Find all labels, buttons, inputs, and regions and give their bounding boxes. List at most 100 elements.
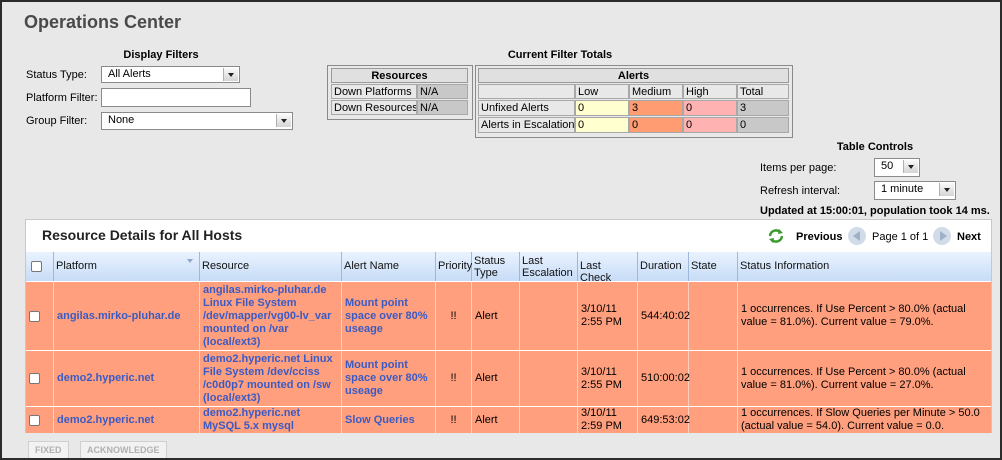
- row-checkbox[interactable]: [29, 310, 40, 322]
- status-type-label: Status Type:: [26, 69, 87, 81]
- alerts-col-total: Total: [737, 84, 789, 99]
- col-duration-label: Duration: [640, 260, 682, 272]
- previous-arrow-icon[interactable]: [848, 227, 866, 245]
- unfixed-alerts-label: Unfixed Alerts: [478, 100, 575, 116]
- resource-link[interactable]: demo2.hyperic.net Linux File System /dev…: [200, 351, 342, 406]
- refresh-interval-select[interactable]: 1 minute: [874, 181, 956, 200]
- col-last-escalation[interactable]: Last Escalation: [520, 252, 578, 281]
- priority-cell: !!: [436, 407, 472, 433]
- resources-heading: Resources: [331, 68, 468, 83]
- col-status-type[interactable]: Status Type: [472, 252, 520, 281]
- refresh-interval-label: Refresh interval:: [760, 185, 841, 197]
- down-resources-value: N/A: [417, 100, 468, 115]
- table-row[interactable]: demo2.hyperic.net demo2.hyperic.net MySQ…: [26, 406, 991, 433]
- status-information-cell: 1 occurrences. If Use Percent > 80.0% (a…: [741, 365, 966, 391]
- row-select-cell: [26, 407, 54, 433]
- platform-link[interactable]: angilas.mirko-pluhar.de: [54, 282, 200, 350]
- fixed-button[interactable]: FIXED: [28, 441, 69, 458]
- status-information-cell: 1 occurrences. If Slow Queries per Minut…: [741, 407, 980, 432]
- platform-filter-input[interactable]: [101, 88, 251, 107]
- items-per-page-select[interactable]: 50: [874, 158, 920, 177]
- state-cell: [689, 282, 738, 350]
- table-row[interactable]: angilas.mirko-pluhar.de angilas.mirko-pl…: [26, 281, 991, 350]
- duration-cell: 510:00:02: [638, 351, 690, 406]
- alert-name-link[interactable]: Mount point space over 80% useage: [342, 282, 436, 350]
- resource-link[interactable]: angilas.mirko-pluhar.de Linux File Syste…: [200, 282, 342, 350]
- down-platforms-value: N/A: [417, 84, 468, 99]
- unfixed-low-value: 0: [575, 100, 629, 116]
- col-duration[interactable]: Duration: [638, 252, 689, 281]
- table-row[interactable]: demo2.hyperic.net demo2.hyperic.net Linu…: [26, 350, 991, 406]
- unfixed-high-value: 0: [683, 100, 737, 116]
- alerts-corner-cell: [478, 84, 575, 99]
- select-all-checkbox[interactable]: [31, 261, 42, 272]
- chevron-down-icon: [276, 114, 291, 127]
- col-platform[interactable]: Platform: [54, 252, 200, 281]
- col-status-information[interactable]: Status Information: [738, 252, 991, 281]
- filter-totals-heading: Current Filter Totals: [507, 49, 613, 61]
- last-escalation-cell: [520, 282, 578, 350]
- priority-cell: !!: [436, 351, 472, 406]
- status-information-cell: 1 occurrences. If Use Percent > 80.0% (a…: [741, 303, 966, 328]
- escalation-low-value: 0: [575, 117, 629, 133]
- acknowledge-button[interactable]: ACKNOWLEDGE: [80, 441, 167, 458]
- details-title: Resource Details for All Hosts: [42, 227, 243, 243]
- col-status-type-label: Status Type: [474, 255, 506, 279]
- resource-link[interactable]: demo2.hyperic.net MySQL 5.x mysql: [200, 407, 342, 433]
- row-checkbox[interactable]: [29, 373, 40, 384]
- col-state[interactable]: State: [689, 252, 738, 281]
- priority-cell: !!: [436, 282, 472, 350]
- status-type-value: All Alerts: [108, 68, 151, 80]
- unfixed-total-value: 3: [737, 100, 789, 116]
- col-status-information-label: Status Information: [740, 260, 830, 272]
- col-state-label: State: [691, 260, 717, 272]
- down-platforms-label: Down Platforms: [331, 84, 417, 99]
- table-controls-heading: Table Controls: [836, 141, 914, 153]
- alerts-heading: Alerts: [478, 68, 789, 83]
- next-page-link[interactable]: Next: [957, 231, 981, 243]
- status-type-cell: Alert: [472, 351, 520, 406]
- state-cell: [689, 351, 738, 406]
- duration-cell: 649:53:02: [638, 407, 690, 433]
- alerts-col-medium: Medium: [629, 84, 683, 99]
- refresh-icon[interactable]: [767, 228, 785, 244]
- group-filter-value: None: [108, 114, 135, 126]
- group-filter-select[interactable]: None: [101, 112, 293, 130]
- alert-name-link[interactable]: Slow Queries: [342, 407, 436, 433]
- alert-name-link[interactable]: Mount point space over 80% useage: [342, 351, 436, 406]
- escalation-high-value: 0: [683, 117, 737, 133]
- col-priority[interactable]: Priority: [436, 252, 472, 281]
- state-cell: [689, 407, 738, 433]
- platform-link[interactable]: demo2.hyperic.net: [54, 407, 200, 433]
- row-select-cell: [26, 282, 54, 350]
- previous-page-link[interactable]: Previous: [796, 231, 842, 243]
- last-check-cell: 3/10/11 2:55 PM: [578, 351, 638, 406]
- refresh-interval-value: 1 minute: [881, 183, 924, 195]
- last-escalation-cell: [520, 407, 578, 433]
- col-platform-label: Platform: [56, 260, 97, 272]
- col-last-check[interactable]: Last Check: [578, 252, 638, 284]
- sort-arrow-icon: [187, 259, 193, 263]
- col-alert-name[interactable]: Alert Name: [342, 252, 436, 281]
- col-resource[interactable]: Resource: [200, 252, 342, 281]
- col-priority-label: Priority: [438, 260, 473, 272]
- resources-totals-table: Resources Down Platforms N/A Down Resour…: [327, 65, 473, 120]
- status-type-select[interactable]: All Alerts: [101, 66, 240, 83]
- group-filter-label: Group Filter:: [26, 115, 88, 127]
- duration-cell: 544:40:02: [638, 282, 690, 350]
- escalation-total-value: 0: [737, 117, 789, 133]
- page-title: Operations Center: [24, 12, 182, 32]
- row-checkbox[interactable]: [29, 414, 40, 426]
- platform-filter-label: Platform Filter:: [26, 92, 98, 104]
- items-per-page-label: Items per page:: [760, 162, 837, 174]
- last-check-cell: 3/10/11 2:55 PM: [578, 282, 638, 350]
- chevron-down-icon: [223, 68, 238, 81]
- platform-link[interactable]: demo2.hyperic.net: [54, 351, 200, 406]
- unfixed-medium-value: 3: [629, 100, 683, 116]
- col-last-escalation-label: Last Escalation: [522, 255, 573, 279]
- status-type-cell: Alert: [472, 407, 520, 433]
- display-filters-heading: Display Filters: [123, 49, 199, 61]
- next-arrow-icon[interactable]: [933, 227, 951, 245]
- down-resources-label: Down Resources: [331, 100, 417, 115]
- select-all-header: [26, 252, 54, 281]
